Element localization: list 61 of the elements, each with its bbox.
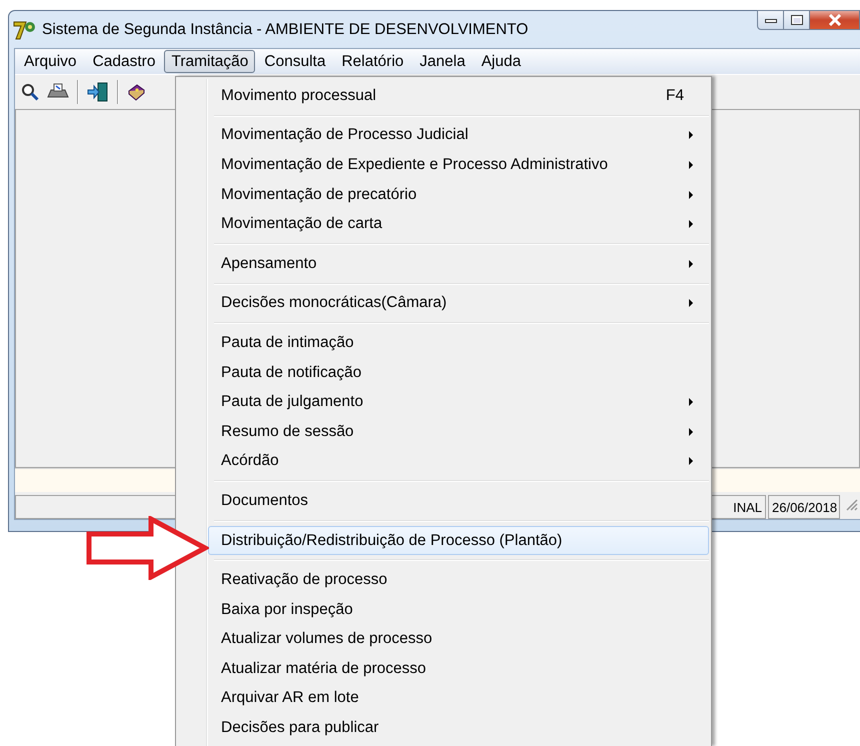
menu-item-label: Movimento processual — [221, 86, 378, 105]
menu-item[interactable]: Baixa por inspeção — [208, 594, 709, 624]
menu-item-label: Movimentação de precatório — [221, 186, 418, 204]
menu-item-label: Pauta de intimação — [221, 334, 355, 352]
window-title: Sistema de Segunda Instância - AMBIENTE DE DESENVOLVIMENTO — [42, 20, 530, 38]
menu-bar-item[interactable]: Cadastro — [86, 50, 162, 73]
menu-item[interactable]: Decisões para publicar — [208, 713, 709, 743]
close-icon — [828, 14, 842, 26]
menu-item-label: Pauta de julgamento — [221, 393, 364, 412]
menu-item-label: Distribuição/Redistribuição de Processo (Plantão) — [221, 532, 564, 550]
menu-bar-item[interactable]: Relatório — [334, 50, 411, 73]
menu-item-label: Movimentação de carta — [221, 215, 384, 234]
app-logo-icon — [12, 18, 36, 40]
minimize-button[interactable] — [757, 10, 784, 30]
menu-item-label: Decisões para publicar — [221, 719, 380, 738]
menu-item-label: Movimentação de Processo Judicial — [221, 126, 470, 144]
menu-item[interactable]: Arquivar AR em lote — [208, 684, 709, 714]
menu-bar-item[interactable]: Ajuda — [474, 50, 528, 73]
maximize-icon — [790, 15, 802, 25]
close-button[interactable] — [810, 10, 860, 30]
menu-item[interactable]: Apensamento — [208, 248, 709, 279]
menu-item-label: Resumo de sessão — [221, 422, 355, 441]
menu-item[interactable]: Movimentação de carta — [208, 209, 709, 239]
status-text: INAL — [733, 500, 762, 514]
menu-bar-item[interactable]: Tramitação — [164, 50, 256, 73]
menu-item[interactable]: Decisões monocráticas(Câmara) — [208, 288, 709, 318]
menu-item-label: Apensamento — [221, 254, 318, 273]
menu-item-label: Atualizar matéria de processo — [221, 660, 428, 678]
menu-bar-item[interactable]: Arquivo — [17, 50, 84, 73]
menu-item[interactable]: Movimentação de Expediente e Processo Administrativo — [208, 150, 709, 180]
book-icon[interactable] — [127, 83, 145, 101]
menu-item[interactable]: Pauta de intimação — [208, 328, 709, 358]
menu-item[interactable]: Atualizar volumes de processo — [208, 624, 709, 654]
menu-item[interactable]: Distribuição/Redistribuição de Processo (Plantão) — [208, 526, 709, 556]
menu-item[interactable]: Movimento processual F4 — [208, 81, 709, 111]
menu-item[interactable]: Movimentação de Processo Judicial — [208, 120, 709, 150]
search-icon[interactable] — [21, 83, 39, 101]
menu-item[interactable]: Pauta de notificação — [208, 358, 709, 388]
shortcut-label: F4 — [666, 86, 684, 105]
menu-item[interactable]: Movimentação de precatório — [208, 180, 709, 210]
menu-item-label: Movimentação de Expediente e Processo Administrativo — [221, 156, 609, 174]
minimize-icon — [764, 17, 776, 23]
menu-item[interactable]: Documentos — [208, 486, 709, 516]
menu-item-label: Acórdão — [221, 452, 280, 470]
menu-item-label: Documentos — [221, 492, 310, 510]
menu-item-label: Baixa por inspeção — [221, 600, 354, 619]
menu-item-label: Atualizar volumes de processo — [221, 630, 434, 648]
menu-item[interactable]: Atualizar matéria de processo — [208, 654, 709, 684]
exit-door-icon[interactable] — [87, 82, 109, 102]
menu-bar-item[interactable]: Janela — [412, 50, 472, 73]
menu-item[interactable]: Resumo de sessão — [208, 416, 709, 447]
menu-item-label: Pauta de notificação — [221, 364, 362, 382]
menu-item-label: Arquivar AR em lote — [221, 689, 360, 708]
menu-item-label: Reativação de processo — [221, 571, 388, 590]
menu-bar-item[interactable]: Consulta — [257, 50, 333, 73]
menu-item[interactable]: Pauta de julgamento — [208, 387, 709, 417]
menu-item[interactable]: Acórdão — [208, 446, 709, 476]
menu-item-label: Decisões monocráticas(Câmara) — [221, 294, 448, 312]
status-text: 26/06/2018 — [772, 500, 838, 514]
menu-item[interactable]: Reativação de processo — [208, 565, 709, 595]
maximize-button[interactable] — [784, 10, 810, 30]
